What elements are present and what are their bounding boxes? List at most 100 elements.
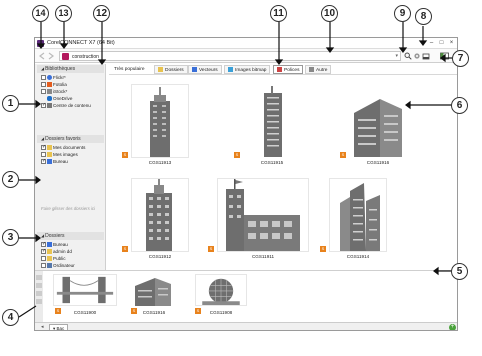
tray-item[interactable]: S CGS11916 <box>131 274 177 318</box>
back-button[interactable] <box>38 52 47 60</box>
favorite-item-images[interactable]: Mes images <box>41 152 78 158</box>
result-caption: CGS11912 <box>148 254 172 259</box>
tab-vectors[interactable]: Vecteurs <box>188 65 222 74</box>
folder-item-computer[interactable]: Ordinateur <box>41 263 75 269</box>
checkbox[interactable] <box>41 158 46 165</box>
tab-bitmaps[interactable]: Images bitmap <box>224 65 271 74</box>
library-item-fotolia[interactable]: Fotolia <box>41 82 67 88</box>
tab-folders[interactable]: Dossiers <box>154 65 188 74</box>
folder-icon <box>62 53 69 60</box>
folder-label: Public <box>53 256 66 261</box>
result-thumbnail <box>217 178 309 252</box>
tab-label: Dossiers <box>165 68 184 73</box>
result-item[interactable]: S CGS11911 <box>208 178 309 260</box>
tab-label: Vecteurs <box>199 68 218 73</box>
folder-item-admin[interactable]: admin dd <box>41 248 72 255</box>
folder-icon <box>158 67 163 73</box>
checkbox[interactable] <box>41 75 46 81</box>
tray-tool-icon[interactable] <box>36 283 42 288</box>
gear-icon <box>47 103 52 109</box>
favorites-header[interactable]: ◢Dossiers favoris <box>37 135 104 143</box>
checkbox[interactable] <box>41 82 46 88</box>
tray-tool-icon[interactable] <box>36 291 42 296</box>
tray-item[interactable]: S CGS11900 <box>53 274 117 318</box>
type-badge: S <box>320 246 326 252</box>
tab-label: Images bitmap <box>235 68 267 73</box>
library-label: iStock* <box>53 89 68 94</box>
library-item-istock[interactable]: iStock* <box>41 89 67 95</box>
library-item-onedrive[interactable]: OneDrive <box>41 96 72 102</box>
maximize-button[interactable]: □ <box>437 39 446 48</box>
callout-3: 3 <box>2 229 19 246</box>
result-item[interactable]: S CGS11916 <box>340 84 407 166</box>
result-item[interactable]: S CGS11913 <box>122 84 189 166</box>
tray-toggle-button[interactable] <box>422 52 430 60</box>
options-button[interactable] <box>413 52 421 60</box>
favorite-item-desktop[interactable]: Bureau <box>41 158 68 165</box>
app-window: CorelCONNECT X7 (64 Bit) – □ × construct… <box>34 37 458 331</box>
sidebar: ◢Bibliothèques Flickr* Fotolia iStock* O… <box>35 64 106 270</box>
dome-image <box>195 274 247 306</box>
tray-tab-label: Bac <box>56 326 65 331</box>
tab-most-popular[interactable]: Très populaire <box>111 65 147 74</box>
library-item-flickr[interactable]: Flickr* <box>41 75 66 81</box>
toolbar: construction ▾ <box>35 49 457 63</box>
result-thumbnail <box>243 84 301 158</box>
result-thumbnail <box>131 178 189 252</box>
forward-button[interactable] <box>47 52 56 60</box>
tray-tool-icon[interactable] <box>36 299 42 304</box>
search-button[interactable] <box>404 52 412 60</box>
checkbox[interactable] <box>41 248 46 255</box>
folder-item-desktop[interactable]: Bureau <box>41 241 68 248</box>
folders-header[interactable]: ◢Dossiers <box>37 232 104 240</box>
callout-13: 13 <box>55 5 72 22</box>
panel-toggle-button[interactable] <box>440 52 449 60</box>
folder-item-public[interactable]: Public <box>41 256 66 262</box>
flickr-icon <box>47 75 52 81</box>
result-caption: CGS11914 <box>346 254 370 259</box>
callout-2: 2 <box>2 171 19 188</box>
gear-icon <box>414 53 420 59</box>
checkbox[interactable] <box>41 241 46 248</box>
chevron-down-icon[interactable]: ▾ <box>395 53 398 59</box>
tray-icon <box>422 53 430 60</box>
checkbox[interactable] <box>41 89 46 95</box>
filter-tabs: Très populaire Dossiers Vecteurs Images … <box>109 64 457 75</box>
checkbox[interactable] <box>41 144 46 151</box>
drop-zone-hint[interactable]: Faire glisser des dossiers ici <box>41 206 95 211</box>
tab-other[interactable]: Autre <box>305 65 332 74</box>
desktop-icon <box>47 159 52 165</box>
close-button[interactable]: × <box>447 39 456 48</box>
tray-item[interactable]: S CGS11908 <box>195 274 247 318</box>
tray-caption: CGS11900 <box>73 310 97 315</box>
minimize-button[interactable]: – <box>427 39 436 48</box>
checkbox[interactable] <box>41 96 46 101</box>
checkbox[interactable] <box>41 263 46 269</box>
folder-label: Bureau <box>53 242 68 247</box>
arrow-right-icon <box>48 52 54 60</box>
checkbox[interactable] <box>41 152 46 158</box>
tab-fonts[interactable]: Polices <box>273 65 304 74</box>
modern-towers-image <box>340 183 380 251</box>
collapse-icon: ◢ <box>41 66 45 71</box>
result-caption: CGS11913 <box>148 160 172 165</box>
folder-icon <box>47 152 52 158</box>
folder-icon <box>47 256 52 262</box>
path-field[interactable]: construction ▾ <box>59 51 401 61</box>
callout-8: 8 <box>415 8 432 25</box>
tray-tab[interactable]: ▾ Bac <box>49 324 69 331</box>
checkbox[interactable] <box>41 256 46 262</box>
checkbox[interactable] <box>41 102 46 109</box>
result-thumbnail <box>131 84 189 158</box>
libraries-header[interactable]: ◢Bibliothèques <box>37 65 104 73</box>
folder-icon <box>47 145 52 151</box>
tray-tool-icon[interactable] <box>36 275 42 280</box>
favorite-item-documents[interactable]: Mes documents <box>41 144 85 151</box>
type-badge: S <box>122 246 128 252</box>
result-item[interactable]: S CGS11914 <box>320 178 387 260</box>
tray-menu-caret[interactable]: ◂ <box>41 324 44 330</box>
library-item-content-center[interactable]: Centre de contenu <box>41 102 91 109</box>
add-tray-button[interactable]: + <box>449 324 456 330</box>
result-item[interactable]: S CGS11915 <box>234 84 301 166</box>
result-item[interactable]: S CGS11912 <box>122 178 189 260</box>
